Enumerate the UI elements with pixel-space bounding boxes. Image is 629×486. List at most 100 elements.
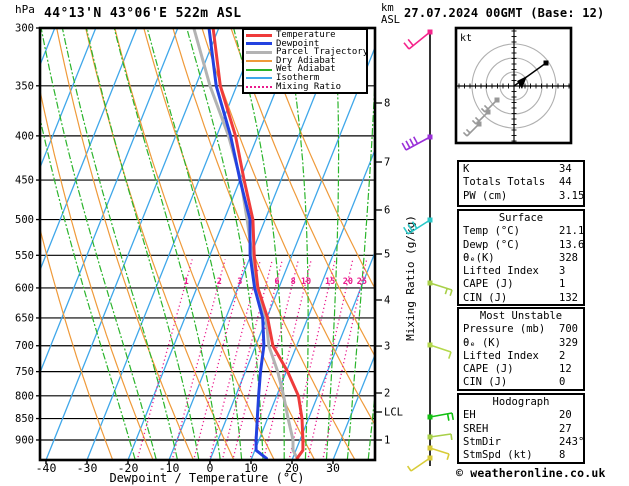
table-row-label: PW (cm) <box>463 189 508 202</box>
table-row-label: CIN (J) <box>463 291 508 304</box>
table-row-value: 21.1 <box>559 225 585 238</box>
svg-text:8: 8 <box>291 277 296 287</box>
table-row-label: CAPE (J) <box>463 278 514 291</box>
svg-text:2: 2 <box>384 388 390 400</box>
table-row: Temp (°C) 21.1 <box>459 225 585 238</box>
altitude-axis-unit: km ASL <box>381 2 400 26</box>
table-row: Dewp (°C) 13.6 <box>459 238 585 252</box>
hodograph-unit: kt <box>460 33 472 44</box>
table-row-label: Totals Totals <box>463 176 546 189</box>
table-row: Pressure (mb) 700 <box>459 323 583 336</box>
table-row-label: EH <box>463 409 476 422</box>
legend-swatch <box>246 68 272 71</box>
table-row: SREH 27 <box>459 423 583 436</box>
table-row-label: Lifted Index <box>463 265 539 278</box>
legend-swatch <box>246 42 272 46</box>
svg-text:3: 3 <box>237 277 242 287</box>
table-row: CIN (J) 0 <box>459 376 583 389</box>
table-row-value: 13.6 <box>559 238 585 251</box>
svg-text:6: 6 <box>274 277 279 287</box>
table-row-value: 12 <box>559 363 572 376</box>
legend-swatch <box>246 33 272 37</box>
svg-text:20: 20 <box>343 277 353 287</box>
table-row-value: 3.15 <box>559 189 585 202</box>
table-row: EH 20 <box>459 409 583 422</box>
legend-swatch <box>246 77 272 80</box>
svg-text:-30: -30 <box>77 461 98 475</box>
svg-text:Dewpoint / Temperature (°C): Dewpoint / Temperature (°C) <box>109 471 304 485</box>
svg-text:650: 650 <box>15 312 34 324</box>
svg-text:3: 3 <box>384 341 390 353</box>
table-row-value: 1 <box>559 278 566 291</box>
table-row-label: Temp (°C) <box>463 225 520 238</box>
wind-barb <box>427 433 453 441</box>
table-section: Most Unstable Pressure (mb) 700 θₑ (K) 329 Li… <box>457 307 585 391</box>
copyright: © weatheronline.co.uk <box>456 466 606 480</box>
table-row: PW (cm) 3.15 <box>459 189 585 203</box>
table-row-value: 0 <box>559 376 566 389</box>
table-row-value: 3 <box>559 265 566 278</box>
svg-text:900: 900 <box>15 434 34 446</box>
asl-label: ASL <box>381 14 400 26</box>
wind-barb <box>427 412 455 421</box>
table-section-title: Most Unstable <box>479 310 563 322</box>
svg-text:4: 4 <box>384 295 390 307</box>
table-row: CAPE (J) 12 <box>459 363 583 376</box>
table-row-value: 329 <box>559 336 578 349</box>
svg-text:30: 30 <box>326 461 340 475</box>
svg-text:500: 500 <box>15 214 34 226</box>
legend-swatch <box>246 60 272 63</box>
table-row-value: 132 <box>559 291 578 304</box>
table-row-value: 2 <box>559 349 566 362</box>
hodograph: kt <box>454 26 573 145</box>
table-section: Hodograph EH 20 SREH 27 StmDir 243° StmSpd (kt)… <box>457 393 585 464</box>
svg-text:2: 2 <box>217 277 222 287</box>
table-row-label: K <box>463 163 470 175</box>
svg-text:15: 15 <box>325 277 335 287</box>
svg-text:25: 25 <box>357 277 367 287</box>
table-row-label: StmDir <box>463 435 501 448</box>
svg-text:850: 850 <box>15 413 34 425</box>
km-label: km <box>381 2 394 14</box>
temperature-axis-labels: -40 -30 -20 -10 0 10 20 30Dewpoint / Temperatur… <box>36 460 340 485</box>
table-row-value: 700 <box>559 323 578 336</box>
table-row-label: θₑ(K) <box>463 251 495 264</box>
svg-text:10: 10 <box>301 277 311 287</box>
table-row-value: 27 <box>559 422 572 435</box>
table-row-label: CIN (J) <box>463 376 508 389</box>
wind-barb <box>403 29 433 50</box>
wind-barb <box>427 342 452 359</box>
table-row-label: StmSpd (kt) <box>463 449 533 462</box>
table-row: Totals Totals 44 <box>459 176 583 189</box>
legend-swatch <box>246 85 272 88</box>
table-section: K 34 Totals Totals 44 PW (cm) 3.15 <box>457 160 585 207</box>
table-row-label: SREH <box>463 422 489 435</box>
svg-text:600: 600 <box>15 282 34 294</box>
svg-text:800: 800 <box>15 390 34 402</box>
svg-text:1: 1 <box>184 277 189 287</box>
table-row: Lifted Index 3 <box>459 265 583 278</box>
table-row-value: 243° <box>559 435 585 448</box>
page-title: 44°13'N 43°06'E 522m ASL <box>44 6 242 21</box>
mixing-axis-label: Mixing Ratio (g/kg) <box>404 215 417 341</box>
table-section-title: Hodograph <box>492 396 550 408</box>
svg-text:5: 5 <box>384 249 390 261</box>
wind-barb <box>406 455 433 472</box>
table-section-title: Surface <box>498 212 544 224</box>
svg-text:LCL: LCL <box>384 407 403 419</box>
svg-text:1: 1 <box>384 435 390 447</box>
table-row-label: Lifted Index <box>463 349 539 362</box>
table-row-value: 8 <box>559 449 566 462</box>
table-row: K 34 <box>459 163 583 176</box>
table-row-label: CAPE (J) <box>463 363 514 376</box>
table-row-value: 44 <box>559 176 572 189</box>
datetime-label: 27.07.2024 00GMT (Base: 12) <box>404 6 605 20</box>
wind-barb <box>427 280 453 296</box>
legend-item: Mixing Ratio <box>246 82 366 92</box>
km-axis: 1 2 3 4 5 6 7 8 LCL Mixing Ratio (g/kg) <box>374 98 417 447</box>
svg-text:400: 400 <box>15 130 34 142</box>
table-row-value: 20 <box>559 409 572 422</box>
table-row: Lifted Index 2 <box>459 350 583 363</box>
svg-text:300: 300 <box>15 23 34 35</box>
table-row: θₑ(K) 328 <box>459 252 583 265</box>
